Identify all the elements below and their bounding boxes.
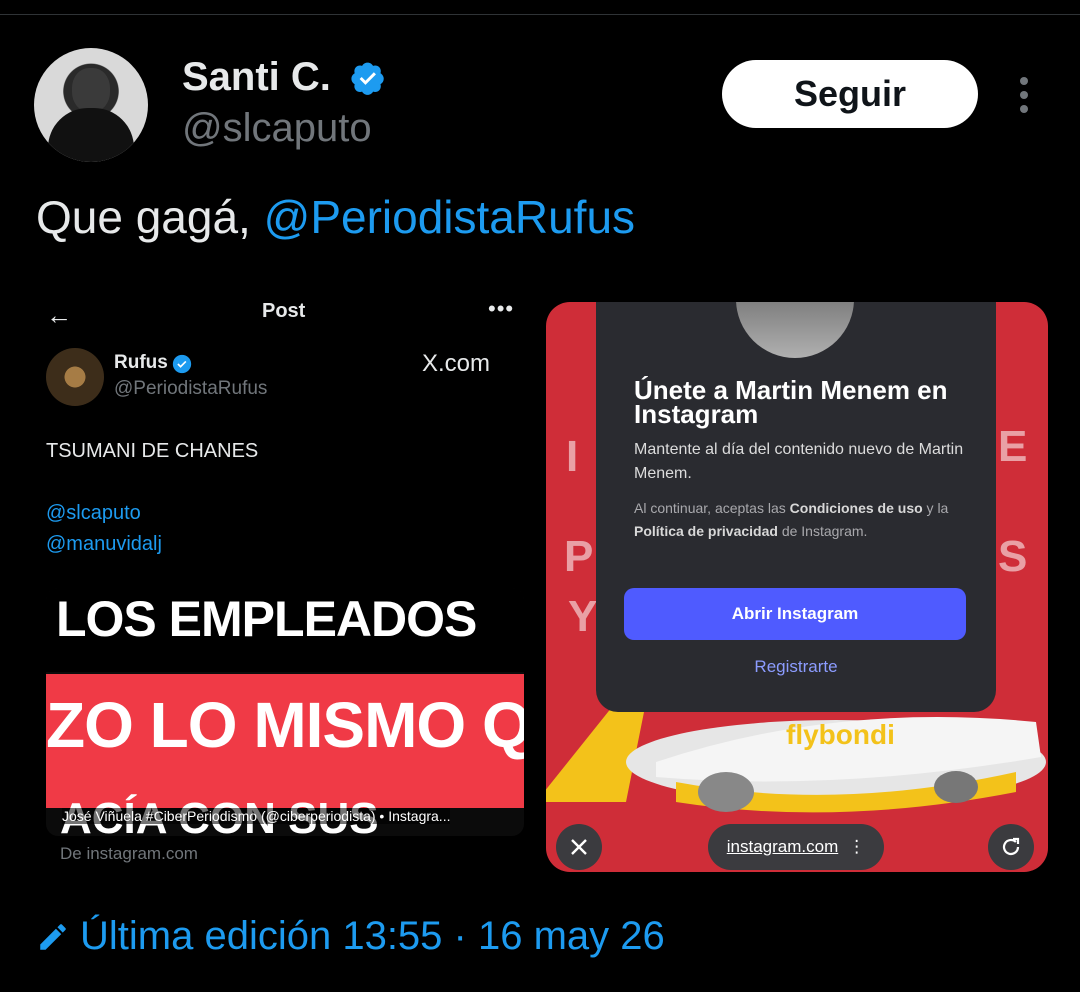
edit-history-link[interactable]: Última edición 13:55 · 16 may 26 [36,914,665,959]
quoted-post-text: TSUMANI DE CHANES [46,440,259,462]
url-pill: instagram.com ⋮ [708,824,884,870]
quoted-header-title: Post [262,300,306,322]
image-headline-1: LOS EMPLEADOS [56,591,477,647]
legal-prefix: Al continuar, aceptas las [634,500,790,516]
privacy-link: Política de privacidad [634,523,778,539]
link-source-label: De instagram.com [60,844,198,863]
terms-link: Condiciones de uso [789,500,923,516]
image-caption: José Viñuela #CiberPeriodismo (@ciberper… [62,808,451,824]
more-options-icon[interactable] [1012,75,1036,115]
legal-suffix: de Instagram. [777,523,868,539]
register-link: Registrarte [754,657,838,676]
instagram-login-dialog: Únete a Martin Menem en Instagram Manten… [596,302,996,712]
tweet-text-body: Que gagá, [36,191,264,243]
follow-button[interactable]: Seguir [722,60,978,128]
url-menu-icon: ⋮ [848,837,866,856]
bg-letter: P [564,532,594,581]
bg-letter: E [998,422,1028,471]
bg-letter: S [998,532,1028,581]
bg-letter: I [566,432,579,481]
profile-photo [736,302,854,358]
quoted-source-label: X.com [422,350,491,377]
image-headline-2: ZO LO MISMO Q [46,689,524,761]
author-avatar[interactable] [34,48,148,162]
quoted-author-avatar [46,348,104,406]
tweet-text: Que gagá, @PeriodistaRufus [36,190,635,244]
author-handle[interactable]: @slcaputo [182,106,372,151]
attached-image-left[interactable]: ← Post ••• Rufus @PeriodistaRufus X.com … [34,290,534,872]
quoted-more-icon: ••• [488,296,515,321]
top-divider [0,14,1080,15]
tweet-mention-link[interactable]: @PeriodistaRufus [264,191,635,243]
quoted-mention-2: @manuvidalj [46,533,162,555]
legal-mid: y la [922,500,949,516]
avatar-body [48,108,134,162]
attached-image-right[interactable]: I P Y S E flybondi Únete a Martin Menem … [546,302,1048,872]
refresh-icon [988,824,1034,870]
quoted-mention-1: @slcaputo [46,502,141,524]
quoted-author-name: Rufus [114,352,168,373]
quoted-verified-icon [172,354,192,374]
author-name[interactable]: Santi C. [182,55,331,100]
edit-timestamp[interactable]: Última edición 13:55 · 16 may 26 [80,914,665,959]
dialog-legal-text: Al continuar, aceptas las Condiciones de… [634,497,964,543]
dialog-title: Únete a Martin Menem en Instagram [634,375,948,429]
open-instagram-button: Abrir Instagram [624,588,966,640]
quoted-author-handle: @PeriodistaRufus [114,378,268,399]
close-icon [556,824,602,870]
avatar-head [72,68,110,112]
back-arrow-icon: ← [46,300,72,330]
bg-letter: Y [568,592,598,641]
url-text: instagram.com [726,837,839,856]
quoted-post-image: LOS EMPLEADOS ZO LO MISMO Q ACÍA CON SUS… [46,588,524,836]
dialog-subtitle: Mantente al día del contenido nuevo de M… [634,441,964,482]
edit-pencil-icon [40,923,66,950]
svg-text:flybondi: flybondi [786,719,895,750]
verified-badge-icon [351,62,384,95]
